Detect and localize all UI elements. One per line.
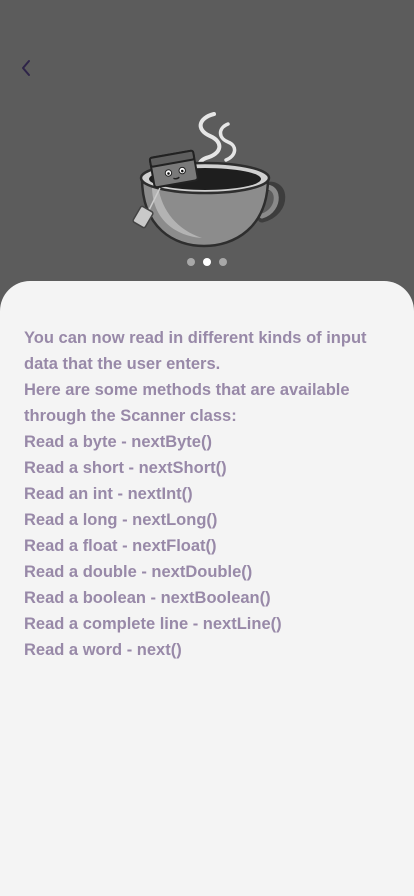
page-indicator xyxy=(0,258,414,266)
method-word: Read a word - next() xyxy=(24,641,182,659)
lesson-line: Here are some methods that are available xyxy=(24,381,350,399)
page-dot-3[interactable] xyxy=(219,258,227,266)
page-dot-1[interactable] xyxy=(187,258,195,266)
method-line: Read a complete line - nextLine() xyxy=(24,615,282,633)
chevron-left-icon xyxy=(22,60,30,76)
method-float: Read a float - nextFloat() xyxy=(24,537,217,555)
method-int: Read an int - nextInt() xyxy=(24,485,193,503)
lesson-card: You can now read in different kinds of i… xyxy=(0,281,414,896)
method-double: Read a double - nextDouble() xyxy=(24,563,253,581)
method-long: Read a long - nextLong() xyxy=(24,511,218,529)
back-button[interactable] xyxy=(12,54,40,82)
lesson-text: You can now read in different kinds of i… xyxy=(24,325,394,663)
coffee-cup-illustration xyxy=(132,112,286,248)
method-short: Read a short - nextShort() xyxy=(24,459,227,477)
lesson-line: data that the user enters. xyxy=(24,355,221,373)
page-dot-2[interactable] xyxy=(203,258,211,266)
header xyxy=(0,0,414,300)
lesson-line: You can now read in different kinds of i… xyxy=(24,329,367,347)
method-boolean: Read a boolean - nextBoolean() xyxy=(24,589,271,607)
method-byte: Read a byte - nextByte() xyxy=(24,433,212,451)
lesson-line: through the Scanner class: xyxy=(24,407,237,425)
